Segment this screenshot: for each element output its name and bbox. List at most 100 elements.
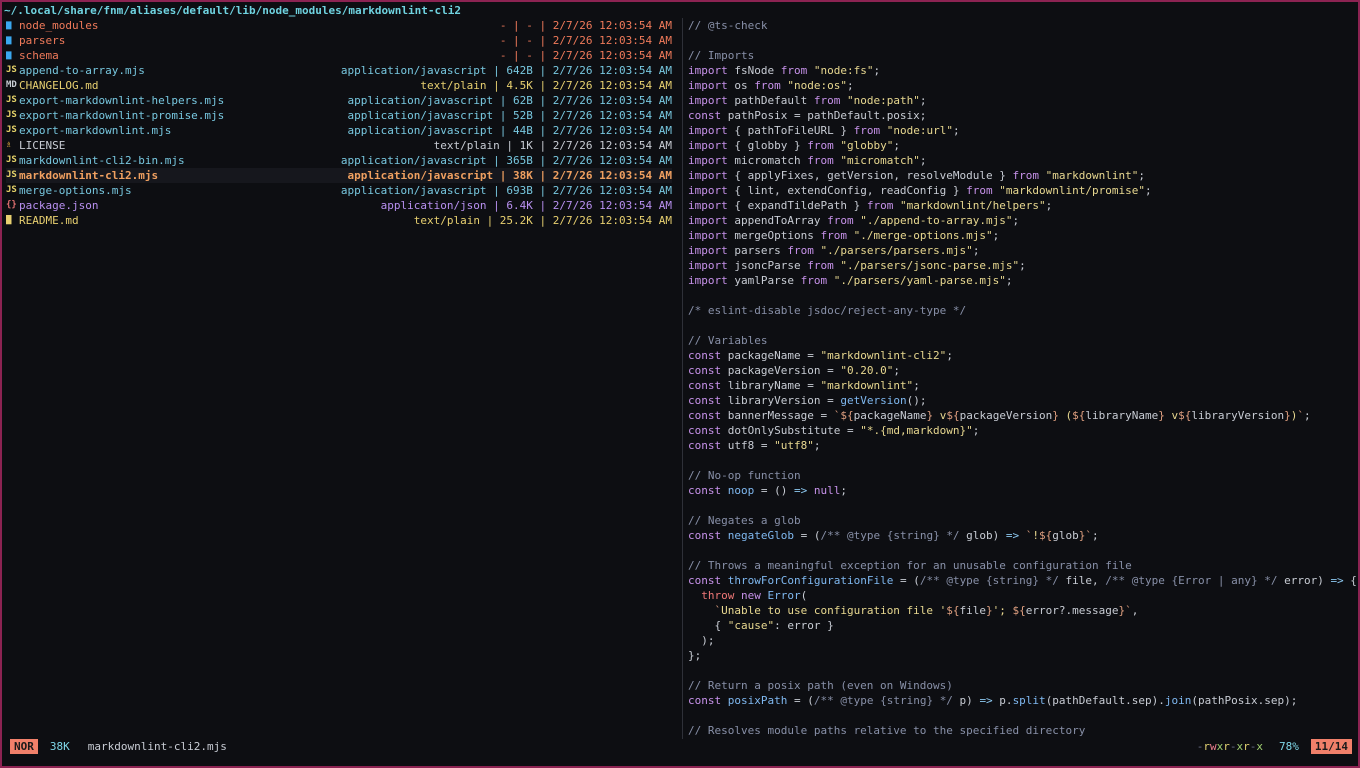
code-token: mergeOptions [727, 229, 821, 242]
code-token: "markdownlint-cli2" [820, 349, 947, 362]
code-token: } [986, 604, 993, 617]
code-line: const throwForConfigurationFile = (/** @… [688, 573, 1358, 588]
code-token: ` [1297, 409, 1304, 422]
code-token: ( [800, 589, 808, 602]
code-line: // No-op function [688, 468, 1358, 483]
file-row[interactable]: JS export-markdownlint-promise.mjs applica… [6, 108, 672, 123]
code-line: const posixPath = (/** @type {string} */… [688, 693, 1358, 708]
file-meta: - | - | 2/7/26 12:03:54 AM [499, 34, 672, 47]
code-line: import fsNode from "node:fs"; [688, 63, 1358, 78]
code-token: const [688, 379, 722, 392]
file-row[interactable]: ▆ schema - | - | 2/7/26 12:03:54 AM [6, 48, 672, 63]
file-name: append-to-array.mjs [19, 64, 145, 77]
code-token: const [688, 439, 722, 452]
file-meta: application/javascript | 642B | 2/7/26 1… [340, 64, 672, 77]
code-token: file [959, 604, 987, 617]
code-token: "markdownlint" [1045, 169, 1139, 182]
code-token: } [1158, 409, 1165, 422]
code-token: : error } [774, 619, 834, 632]
code-token: "0.20.0" [840, 364, 894, 377]
file-meta: text/plain | 4.5K | 2/7/26 12:03:54 AM [420, 79, 672, 92]
file-row[interactable]: JS export-markdownlint-helpers.mjs applica… [6, 93, 672, 108]
file-row[interactable]: MD CHANGELOG.md text/plain | 4.5K | 2/7/26… [6, 78, 672, 93]
code-token: libraryVersion [1191, 409, 1285, 422]
file-row[interactable]: JS append-to-array.mjs application/javascr… [6, 63, 672, 78]
code-token: "markdownlint/promise" [999, 184, 1145, 197]
file-row[interactable]: JS markdownlint-cli2-bin.mjs application/j… [6, 153, 672, 168]
file-row[interactable]: JS export-markdownlint.mjs application/jav… [6, 123, 672, 138]
file-icon: {} [6, 200, 17, 210]
file-list[interactable]: ▆ node_modules - | - | 2/7/26 12:03:54 AM ▆… [6, 18, 672, 738]
status-bar: NOR 38K markdownlint-cli2.mjs -rwxr-xr-x… [4, 739, 1356, 754]
code-token: const [688, 574, 722, 587]
file-meta: application/javascript | 693B | 2/7/26 1… [340, 184, 672, 197]
code-token: "./parsers/parsers.mjs" [820, 244, 973, 257]
file-meta: - | - | 2/7/26 12:03:54 AM [499, 19, 672, 32]
code-token: ; [972, 424, 980, 437]
mode-indicator: NOR [10, 739, 38, 754]
code-token: (); [906, 394, 927, 407]
code-token: os [727, 79, 755, 92]
file-meta: application/json | 6.4K | 2/7/26 12:03:5… [380, 199, 672, 212]
code-token: jsoncParse [727, 259, 808, 272]
code-token: ; [1012, 214, 1020, 227]
code-token: "./append-to-array.mjs" [860, 214, 1013, 227]
code-token: /* eslint-disable jsdoc/reject-any-type … [688, 304, 967, 317]
code-line: import pathDefault from "node:path"; [688, 93, 1358, 108]
code-token: /** @type {Error | any} */ [1105, 574, 1278, 587]
file-meta: - | - | 2/7/26 12:03:54 AM [499, 49, 672, 62]
code-token: import [688, 184, 728, 197]
code-token: "markdownlint" [820, 379, 914, 392]
code-line: throw new Error( [688, 588, 1358, 603]
code-line: const pathPosix = pathDefault.posix; [688, 108, 1358, 123]
code-line: const noop = () => null; [688, 483, 1358, 498]
code-token: ${ [1178, 409, 1192, 422]
code-line: // Throws a meaningful exception for an … [688, 558, 1358, 573]
code-token: ; [1019, 259, 1026, 272]
file-row[interactable]: {} package.json application/json | 6.4K | … [6, 198, 672, 213]
file-row[interactable]: ♗ LICENSE text/plain | 1K | 2/7/26 12:03:5… [6, 138, 672, 153]
file-row[interactable]: ▆ parsers - | - | 2/7/26 12:03:54 AM [6, 33, 672, 48]
code-line: import { applyFixes, getVersion, resolve… [688, 168, 1358, 183]
code-line: { "cause": error } [688, 618, 1358, 633]
code-token: import [688, 79, 728, 92]
file-name: markdownlint-cli2.mjs [87, 740, 227, 753]
code-token: = ( [793, 529, 821, 542]
code-line: // Imports [688, 48, 1358, 63]
code-token: // Variables [688, 334, 768, 347]
code-token: join [1164, 694, 1192, 707]
code-line: import os from "node:os"; [688, 78, 1358, 93]
code-token: glob [1052, 529, 1079, 542]
code-token: ; [1304, 409, 1311, 422]
code-token: => [1005, 529, 1020, 542]
file-icon: JS [6, 155, 17, 165]
code-token: import [688, 244, 728, 257]
code-line: ); [688, 633, 1358, 648]
code-token: import [688, 139, 728, 152]
file-row[interactable]: ▆ node_modules - | - | 2/7/26 12:03:54 AM [6, 18, 672, 33]
code-token: libraryName = [721, 379, 821, 392]
file-name: README.md [19, 214, 79, 227]
code-token: => [1330, 574, 1344, 587]
code-token: const [688, 529, 722, 542]
code-token: ; [893, 139, 900, 152]
code-token: import [688, 199, 728, 212]
file-meta: application/javascript | 52B | 2/7/26 12… [347, 109, 672, 122]
file-row[interactable]: ▇ README.md text/plain | 25.2K | 2/7/26 12… [6, 213, 672, 228]
file-icon: JS [6, 170, 17, 180]
code-token: from [853, 124, 881, 137]
file-name: markdownlint-cli2.mjs [19, 169, 159, 182]
file-row[interactable]: JS markdownlint-cli2.mjs application/javas… [6, 168, 672, 183]
file-row[interactable]: JS merge-options.mjs application/javascrip… [6, 183, 672, 198]
code-token: (pathDefault.sep). [1045, 694, 1165, 707]
file-meta: application/javascript | 62B | 2/7/26 12… [347, 94, 672, 107]
code-line: // Resolves module paths relative to the… [688, 723, 1358, 738]
code-token: yamlParse [727, 274, 801, 287]
